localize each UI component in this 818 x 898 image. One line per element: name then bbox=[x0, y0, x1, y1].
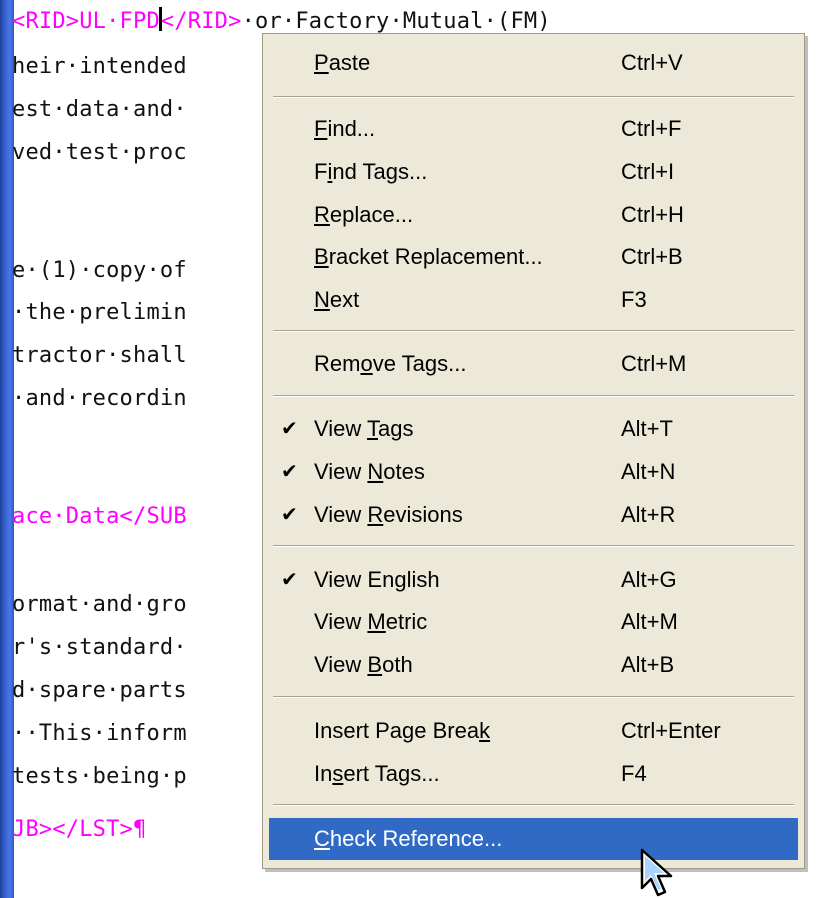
menu-item-shortcut: Alt+T bbox=[621, 416, 673, 441]
menu-separator bbox=[273, 804, 794, 806]
menu-item-label: Paste bbox=[314, 50, 371, 75]
menu-item-shortcut: Ctrl+F bbox=[621, 116, 682, 141]
menu-item-shortcut: F3 bbox=[621, 287, 647, 312]
menu-item-shortcut: Alt+B bbox=[621, 652, 675, 677]
menu-item-view-english[interactable]: ✔ View English Alt+G bbox=[269, 559, 798, 601]
menu-item-view-tags[interactable]: ✔ View Tags Alt+T bbox=[269, 408, 798, 450]
editor-line[interactable]: d·spare·parts bbox=[12, 677, 187, 705]
check-icon bbox=[281, 117, 301, 141]
menu-item-next[interactable]: Next F3 bbox=[269, 279, 798, 321]
check-icon bbox=[281, 653, 301, 677]
menu-separator bbox=[273, 696, 794, 698]
check-icon bbox=[281, 352, 301, 376]
menu-item-check-reference[interactable]: Check Reference... bbox=[269, 818, 798, 860]
editor-line[interactable]: r's·standard· bbox=[12, 634, 187, 662]
menu-item-bracket-replacement[interactable]: Bracket Replacement... Ctrl+B bbox=[269, 236, 798, 278]
check-icon bbox=[281, 245, 301, 269]
menu-item-shortcut: Alt+M bbox=[621, 609, 678, 634]
menu-item-label: Remove Tags... bbox=[314, 351, 467, 376]
editor-line[interactable]: ace·Data</SUB bbox=[12, 503, 187, 531]
editor-line[interactable]: JB></LST>¶ bbox=[12, 816, 146, 844]
menu-item-label: View Tags bbox=[314, 416, 414, 441]
menu-item-shortcut: Alt+G bbox=[621, 567, 677, 592]
check-icon bbox=[281, 288, 301, 312]
menu-item-label: Next bbox=[314, 287, 360, 312]
menu-item-shortcut: Ctrl+V bbox=[621, 50, 683, 75]
menu-item-shortcut: Alt+N bbox=[621, 459, 676, 484]
menu-item-view-notes[interactable]: ✔ View Notes Alt+N bbox=[269, 451, 798, 493]
menu-item-insert-tags[interactable]: Insert Tags... F4 bbox=[269, 753, 798, 795]
menu-separator bbox=[273, 96, 794, 98]
menu-separator bbox=[273, 330, 794, 332]
menu-item-label: Insert Tags... bbox=[314, 761, 440, 786]
rid-open-tag: <RID>UL·FPD bbox=[12, 9, 160, 34]
menu-item-shortcut: Ctrl+B bbox=[621, 244, 683, 269]
menu-item-label: View Revisions bbox=[314, 502, 463, 527]
check-icon: ✔ bbox=[281, 418, 298, 440]
menu-item-label: Find... bbox=[314, 116, 376, 141]
menu-item-view-both[interactable]: View Both Alt+B bbox=[269, 644, 798, 686]
menu-item-label: View Metric bbox=[314, 609, 428, 634]
menu-item-label: View Notes bbox=[314, 459, 425, 484]
check-icon bbox=[281, 160, 301, 184]
menu-separator bbox=[273, 395, 794, 397]
menu-item-label: Bracket Replacement... bbox=[314, 244, 543, 269]
check-icon bbox=[281, 203, 301, 227]
check-icon bbox=[281, 719, 301, 743]
menu-item-label: View English bbox=[314, 567, 440, 592]
check-icon bbox=[281, 762, 301, 786]
check-icon: ✔ bbox=[281, 569, 298, 591]
menu-item-remove-tags[interactable]: Remove Tags... Ctrl+M bbox=[269, 343, 798, 385]
menu-item-label: Insert Page Break bbox=[314, 718, 491, 743]
editor-line[interactable]: e·(1)·copy·of bbox=[12, 257, 187, 285]
menu-item-shortcut: Ctrl+H bbox=[621, 202, 684, 227]
check-icon bbox=[281, 827, 301, 851]
check-icon: ✔ bbox=[281, 504, 298, 526]
menu-item-label: Replace... bbox=[314, 202, 414, 227]
menu-item-view-metric[interactable]: View Metric Alt+M bbox=[269, 601, 798, 643]
editor-line[interactable]: ormat·and·gro bbox=[12, 591, 187, 619]
menu-item-label: Find Tags... bbox=[314, 159, 428, 184]
check-icon: ✔ bbox=[281, 461, 298, 483]
menu-item-shortcut: Ctrl+I bbox=[621, 159, 675, 184]
menu-item-shortcut: Ctrl+Enter bbox=[621, 718, 721, 743]
editor-line[interactable]: heir·intended bbox=[12, 53, 187, 81]
editor-line-1[interactable]: <RID>UL·FPD</RID>·or·Factory·Mutual·(FM) bbox=[12, 7, 551, 36]
menu-item-shortcut: Ctrl+M bbox=[621, 351, 687, 376]
editor-line[interactable]: ··This·inform bbox=[12, 720, 187, 748]
menu-item-paste[interactable]: Paste Ctrl+V bbox=[269, 42, 798, 84]
mouse-pointer-icon bbox=[640, 848, 673, 897]
menu-item-shortcut: F4 bbox=[621, 761, 647, 786]
menu-item-label: Check Reference... bbox=[314, 826, 503, 851]
menu-item-shortcut: Alt+R bbox=[621, 502, 676, 527]
editor-line[interactable]: ved·test·proc bbox=[12, 139, 187, 167]
editor-line[interactable]: est·data·and· bbox=[12, 96, 187, 124]
menu-item-find[interactable]: Find... Ctrl+F bbox=[269, 108, 798, 150]
menu-item-find-tags[interactable]: Find Tags... Ctrl+I bbox=[269, 151, 798, 193]
editor-line[interactable]: tractor·shall bbox=[12, 342, 187, 370]
editor-line[interactable]: ·and·recordin bbox=[12, 385, 187, 413]
menu-separator bbox=[273, 545, 794, 547]
context-menu: Paste Ctrl+V Find... Ctrl+F Find Tags... Ct… bbox=[262, 33, 805, 869]
menu-item-insert-page-break[interactable]: Insert Page Break Ctrl+Enter bbox=[269, 710, 798, 752]
menu-item-label: View Both bbox=[314, 652, 413, 677]
editor-line[interactable]: ·the·prelimin bbox=[12, 299, 187, 327]
menu-item-replace[interactable]: Replace... Ctrl+H bbox=[269, 194, 798, 236]
rid-close-tag: </RID> bbox=[160, 9, 242, 34]
line-text: ·or·Factory·Mutual·(FM) bbox=[241, 9, 551, 34]
check-icon bbox=[281, 51, 301, 75]
menu-item-view-revisions[interactable]: ✔ View Revisions Alt+R bbox=[269, 494, 798, 536]
editor-line[interactable]: tests·being·p bbox=[12, 763, 187, 791]
check-icon bbox=[281, 610, 301, 634]
